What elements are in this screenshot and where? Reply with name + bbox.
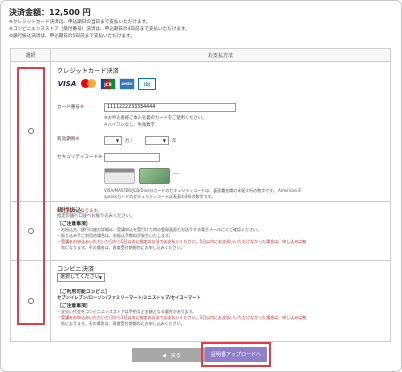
- convenience-store-select[interactable]: 選択してください ▼: [57, 273, 105, 282]
- notice-line-3: ※銀行振込決済は、申込期日の5日前まで支払いただけます。: [9, 34, 135, 39]
- table-row: コンビニ決済 選択してください ▼ ［ご利用可能コンビニ］ セブンイレブン/ローソ…: [10, 260, 391, 342]
- card-number-help-1: ※お申込者様ご本人名義のカードをご使用ください。: [104, 116, 207, 121]
- credit-card-cell: クレジットカード決済 VISA JCB AMEX (D) カード番号※ 1111…: [50, 61, 391, 214]
- expiry-year-select[interactable]: ▼: [145, 136, 169, 145]
- notice-line-2: ※コンビニエンスストア（受付番号）決済は、申込期日の4日前まで支払いただけます。: [9, 27, 190, 32]
- amex-logo: AMEX: [119, 78, 135, 90]
- column-select: 選択: [10, 48, 51, 62]
- bank-notes-heading: ［ご注意事項］: [57, 222, 91, 227]
- security-note-2: xpressカードのセキュリティコードは表面の4桁の数字です。: [104, 194, 215, 199]
- expiry-month-select[interactable]: ▼: [104, 136, 122, 145]
- card-brand-logos: VISA JCB AMEX (D): [57, 78, 384, 90]
- mastercard-logo: [80, 78, 97, 90]
- table-row: クレジットカード決済 VISA JCB AMEX (D) カード番号※ 1111…: [10, 61, 391, 214]
- payment-method-table: 選択 お支払方法 クレジットカード決済 VISA JCB AMEX (D) カー…: [10, 48, 391, 342]
- card-number-label: カード番号※: [57, 105, 84, 110]
- card-front-image: [139, 168, 170, 184]
- table-row: 銀行振込 指定の銀行口座へお振り込みください。 ［ご注意事項］ ・お振込先、銀行…: [10, 201, 391, 261]
- security-code-input[interactable]: [104, 153, 160, 162]
- visa-logo: VISA: [57, 80, 77, 88]
- notice-line-1: ※クレジットカード決済は、申込期日の当日まで支払いただけます。: [9, 20, 151, 25]
- bank-transfer-cell: 銀行振込 指定の銀行口座へお振り込みください。 ［ご注意事項］ ・お振込先、銀行…: [50, 201, 391, 261]
- cvc-image-caption: ───: [173, 172, 180, 176]
- bank-transfer-desc: 指定の銀行口座へお振り込みください。: [57, 214, 135, 219]
- cvs-note-3: 効になります。その場合は、再度受付期間内にお申し込みください。: [57, 321, 185, 326]
- cvs-stores-list: セブンイレブン/ローソン/ファミリーマート/ミニストップ/セイコーマート: [57, 296, 201, 301]
- certificate-upload-button[interactable]: 証明書アップロードへ: [205, 347, 267, 362]
- table-header: 選択 お支払方法: [10, 48, 391, 62]
- card-number-help-2: ※ハイフンなし、半角数字: [104, 123, 155, 128]
- bank-note-4: 効になります。その場合は、再度受付期間内にお申し込みください。: [57, 245, 185, 250]
- card-number-input[interactable]: 1111222233334444: [104, 103, 236, 112]
- payment-page: 決済金額：12,500 円 ※クレジットカード決済は、申込期日の当日まで支払いた…: [0, 0, 402, 372]
- security-code-label: セキュリティコード※: [57, 155, 102, 160]
- diners-logo: (D): [138, 78, 156, 90]
- credit-card-title: クレジットカード決済: [57, 68, 119, 75]
- jcb-logo: JCB: [100, 78, 116, 90]
- convenience-store-title: コンビニ決済: [57, 266, 95, 273]
- column-method: お支払方法: [50, 48, 391, 62]
- expiry-label: 有効期限※: [57, 137, 80, 142]
- back-button[interactable]: ◀ 戻る: [132, 348, 211, 362]
- year-unit: 年: [172, 139, 177, 144]
- cvs-stores-heading: ［ご利用可能コンビニ］: [57, 290, 110, 295]
- cvs-notes-heading: ［ご注意事項］: [57, 304, 91, 309]
- payment-total: 決済金額：12,500 円: [9, 8, 91, 17]
- selection-column-highlight: [17, 67, 45, 325]
- convenience-store-cell: コンビニ決済 選択してください ▼ ［ご利用可能コンビニ］ セブンイレブン/ローソ…: [50, 260, 391, 342]
- card-back-image: [104, 168, 135, 184]
- month-unit: 月 /: [125, 139, 133, 144]
